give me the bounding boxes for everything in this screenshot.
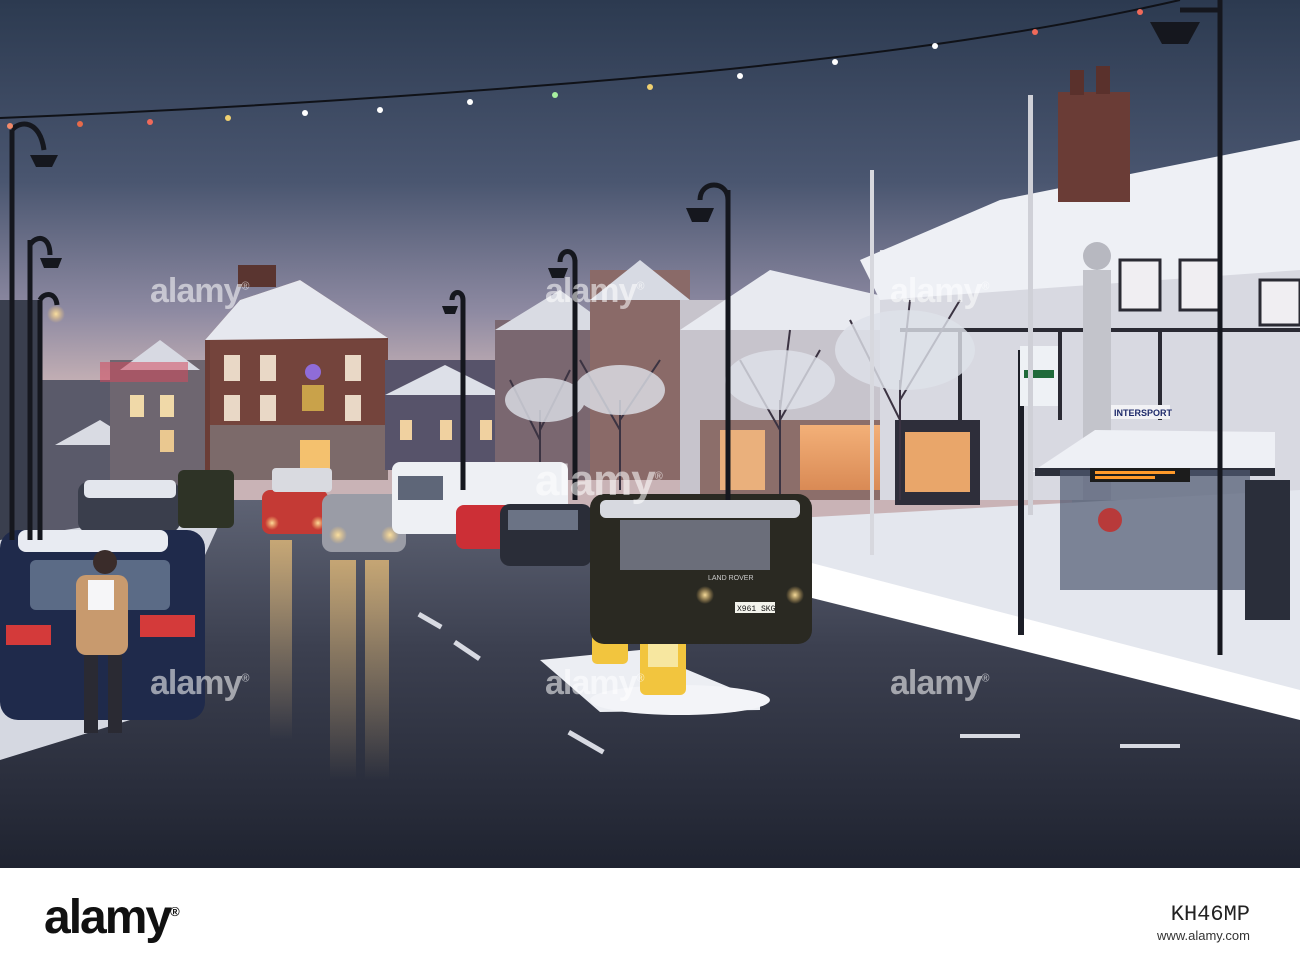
watermark: alamy® bbox=[890, 272, 990, 310]
footer-website[interactable]: www.alamy.com bbox=[1157, 928, 1250, 943]
watermark: alamy® bbox=[890, 664, 990, 702]
tall-pole bbox=[1028, 95, 1033, 515]
land-rover-badge: LAND ROVER bbox=[708, 575, 754, 582]
stock-footer: alamy® KH46MP www.alamy.com bbox=[0, 868, 1300, 956]
christmas-light-banner bbox=[100, 362, 188, 382]
flagpole bbox=[870, 170, 874, 555]
watermark: alamy® bbox=[545, 272, 645, 310]
land-rover-plate: X961 SKG bbox=[737, 605, 776, 614]
watermark: alamy® bbox=[545, 664, 645, 702]
land-rover: X961 SKG LAND ROVER bbox=[590, 494, 812, 644]
watermark: alamy® bbox=[150, 272, 250, 310]
image-id: KH46MP bbox=[1170, 902, 1250, 927]
photo-stage: INTERSPORT X961 SKG LAND ROVER alamy® al… bbox=[0, 0, 1300, 956]
watermark: alamy® bbox=[535, 456, 663, 505]
street-photo: INTERSPORT X961 SKG LAND ROVER bbox=[0, 0, 1300, 868]
watermark: alamy® bbox=[150, 664, 250, 702]
intersport-sign: INTERSPORT bbox=[1114, 408, 1173, 418]
footer-logo: alamy® bbox=[44, 891, 180, 944]
middle-buildings bbox=[385, 360, 505, 470]
